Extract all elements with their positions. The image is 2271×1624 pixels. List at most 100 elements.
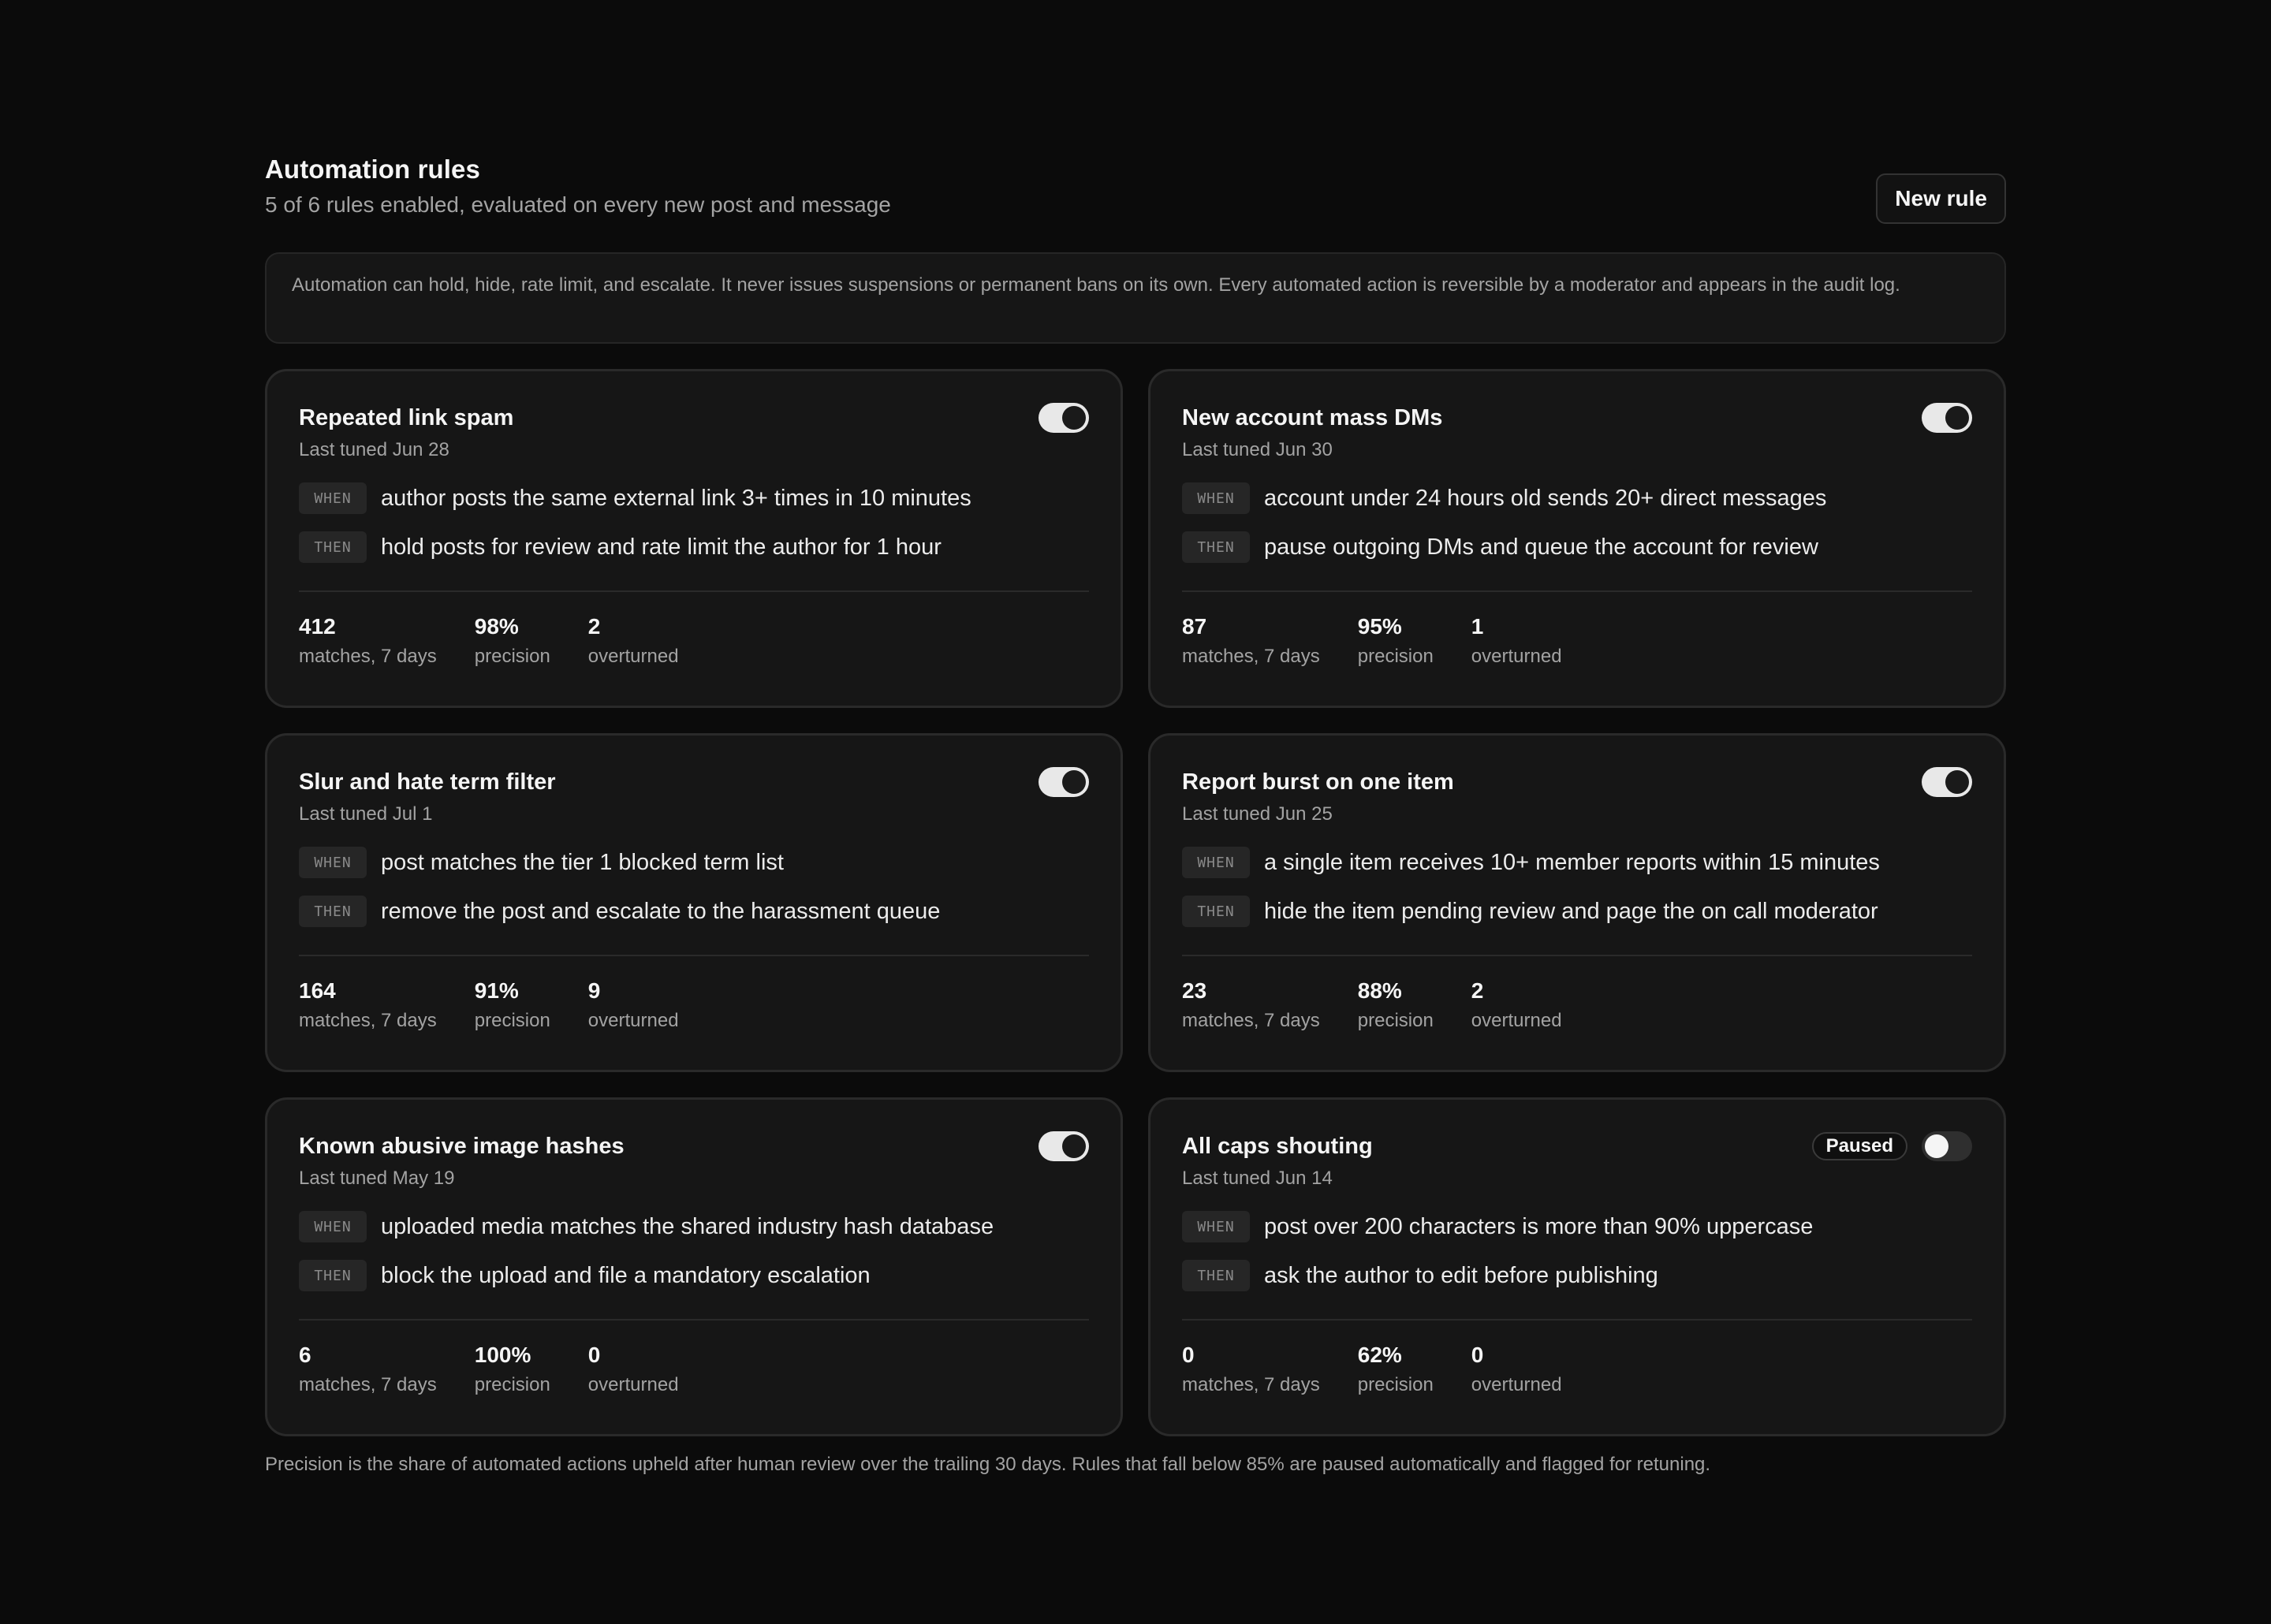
rule-enabled-toggle[interactable] [1039, 1131, 1089, 1161]
when-tag: WHEN [1182, 1211, 1250, 1242]
when-clause: WHEN account under 24 hours old sends 20… [1182, 482, 1972, 515]
then-clause: THEN block the upload and file a mandato… [299, 1259, 1089, 1292]
rule-last-tuned: Last tuned Jun 30 [1182, 439, 1333, 460]
stat-matches: 6 matches, 7 days [299, 1343, 437, 1396]
stat-matches-label: matches, 7 days [299, 1010, 437, 1031]
rule-name: Slur and hate term filter [299, 769, 556, 795]
divider [299, 1319, 1089, 1320]
when-tag: WHEN [299, 847, 367, 878]
then-action: hold posts for review and rate limit the… [381, 534, 942, 560]
then-tag: THEN [1182, 531, 1250, 563]
when-tag: WHEN [299, 482, 367, 514]
stat-overturned-label: overturned [1471, 1010, 1562, 1031]
stat-overturned-value: 0 [1471, 1343, 1484, 1367]
rule-name: Report burst on one item [1182, 769, 1454, 795]
stat-precision-value: 62% [1357, 1343, 1402, 1367]
new-rule-button[interactable]: New rule [1876, 173, 2006, 224]
stat-overturned: 0 overturned [1471, 1343, 1562, 1396]
rule-enabled-toggle[interactable] [1922, 1131, 1972, 1161]
stat-matches-label: matches, 7 days [299, 646, 437, 667]
when-condition: a single item receives 10+ member report… [1264, 849, 1880, 875]
divider [299, 590, 1089, 592]
rule-enabled-toggle[interactable] [1039, 403, 1089, 433]
when-clause: WHEN a single item receives 10+ member r… [1182, 846, 1972, 879]
rule-enabled-toggle[interactable] [1039, 767, 1089, 797]
toggle-knob [1062, 1134, 1086, 1158]
when-condition: post matches the tier 1 blocked term lis… [381, 849, 784, 875]
when-condition: author posts the same external link 3+ t… [381, 485, 971, 511]
precision-footnote: Precision is the share of automated acti… [265, 1454, 1711, 1475]
divider [1182, 955, 1972, 956]
stat-overturned-value: 2 [587, 614, 601, 639]
stat-precision: 100% precision [475, 1343, 550, 1396]
when-clause: WHEN post matches the tier 1 blocked ter… [299, 846, 1089, 879]
when-tag: WHEN [1182, 482, 1250, 514]
then-clause: THEN ask the author to edit before publi… [1182, 1259, 1972, 1292]
rule-enabled-toggle[interactable] [1922, 403, 1972, 433]
then-tag: THEN [1182, 1260, 1250, 1291]
stat-matches: 23 matches, 7 days [1182, 978, 1320, 1032]
stat-overturned-value: 9 [587, 978, 601, 1003]
then-clause: THEN hide the item pending review and pa… [1182, 895, 1972, 928]
when-tag: WHEN [1182, 847, 1250, 878]
then-tag: THEN [299, 896, 367, 927]
stat-precision: 95% precision [1358, 614, 1434, 668]
when-condition: account under 24 hours old sends 20+ dir… [1264, 485, 1827, 511]
toggle-knob [1925, 1134, 1948, 1158]
stat-overturned-value: 0 [587, 1343, 601, 1367]
rule-stats: 412 matches, 7 days 98% precision 2 over… [299, 614, 1089, 668]
when-clause: WHEN uploaded media matches the shared i… [299, 1210, 1089, 1243]
stat-precision-value: 91% [474, 978, 519, 1003]
stat-matches: 87 matches, 7 days [1182, 614, 1320, 668]
rule-enabled-toggle[interactable] [1922, 767, 1972, 797]
stat-matches: 164 matches, 7 days [299, 978, 437, 1032]
stat-matches-label: matches, 7 days [299, 1374, 437, 1395]
stat-matches-label: matches, 7 days [1182, 646, 1320, 667]
rule-last-tuned: Last tuned Jun 14 [1182, 1168, 1333, 1189]
stat-matches: 0 matches, 7 days [1182, 1343, 1320, 1396]
stat-matches-label: matches, 7 days [1182, 1010, 1320, 1031]
then-action: hide the item pending review and page th… [1264, 898, 1878, 924]
stat-overturned: 0 overturned [588, 1343, 679, 1396]
rule-stats: 23 matches, 7 days 88% precision 2 overt… [1182, 978, 1972, 1032]
stat-matches-value: 23 [1182, 978, 1207, 1003]
stat-precision-label: precision [474, 1374, 550, 1395]
stat-precision: 88% precision [1358, 978, 1434, 1032]
divider [1182, 590, 1972, 592]
stat-precision: 98% precision [475, 614, 550, 668]
stat-precision: 91% precision [475, 978, 550, 1032]
stat-precision-label: precision [1357, 1374, 1434, 1395]
toggle-knob [1945, 770, 1969, 794]
stat-overturned-label: overturned [587, 646, 679, 667]
stat-precision-value: 98% [474, 614, 519, 639]
stat-overturned: 2 overturned [588, 614, 679, 668]
toggle-knob [1062, 406, 1086, 430]
stat-precision: 62% precision [1358, 1343, 1434, 1396]
stat-overturned-value: 2 [1471, 978, 1484, 1003]
then-action: pause outgoing DMs and queue the account… [1264, 534, 1818, 560]
toggle-knob [1945, 406, 1969, 430]
rule-last-tuned: Last tuned Jul 1 [299, 803, 433, 825]
then-clause: THEN pause outgoing DMs and queue the ac… [1182, 531, 1972, 564]
rule-last-tuned: Last tuned May 19 [299, 1168, 455, 1189]
rules-grid: Repeated link spam Last tuned Jun 28 WHE… [265, 369, 2006, 1436]
rule-card: Known abusive image hashes Last tuned Ma… [265, 1097, 1123, 1436]
stat-precision-label: precision [474, 1010, 550, 1031]
page-title: Automation rules [265, 155, 480, 184]
rule-stats: 87 matches, 7 days 95% precision 1 overt… [1182, 614, 1972, 668]
rule-card: New account mass DMs Last tuned Jun 30 W… [1148, 369, 2006, 708]
rule-name: New account mass DMs [1182, 405, 1443, 430]
stat-overturned: 2 overturned [1471, 978, 1562, 1032]
divider [1182, 1319, 1972, 1320]
divider [299, 955, 1089, 956]
rule-stats: 0 matches, 7 days 62% precision 0 overtu… [1182, 1343, 1972, 1396]
when-clause: WHEN post over 200 characters is more th… [1182, 1210, 1972, 1243]
stat-precision-label: precision [1357, 646, 1434, 667]
stat-precision-label: precision [474, 646, 550, 667]
stat-precision-label: precision [1357, 1010, 1434, 1031]
automation-notice: Automation can hold, hide, rate limit, a… [265, 252, 2006, 344]
stat-overturned: 1 overturned [1471, 614, 1562, 668]
stat-matches-label: matches, 7 days [1182, 1374, 1320, 1395]
stat-precision-value: 88% [1357, 978, 1402, 1003]
stat-precision-value: 95% [1357, 614, 1402, 639]
